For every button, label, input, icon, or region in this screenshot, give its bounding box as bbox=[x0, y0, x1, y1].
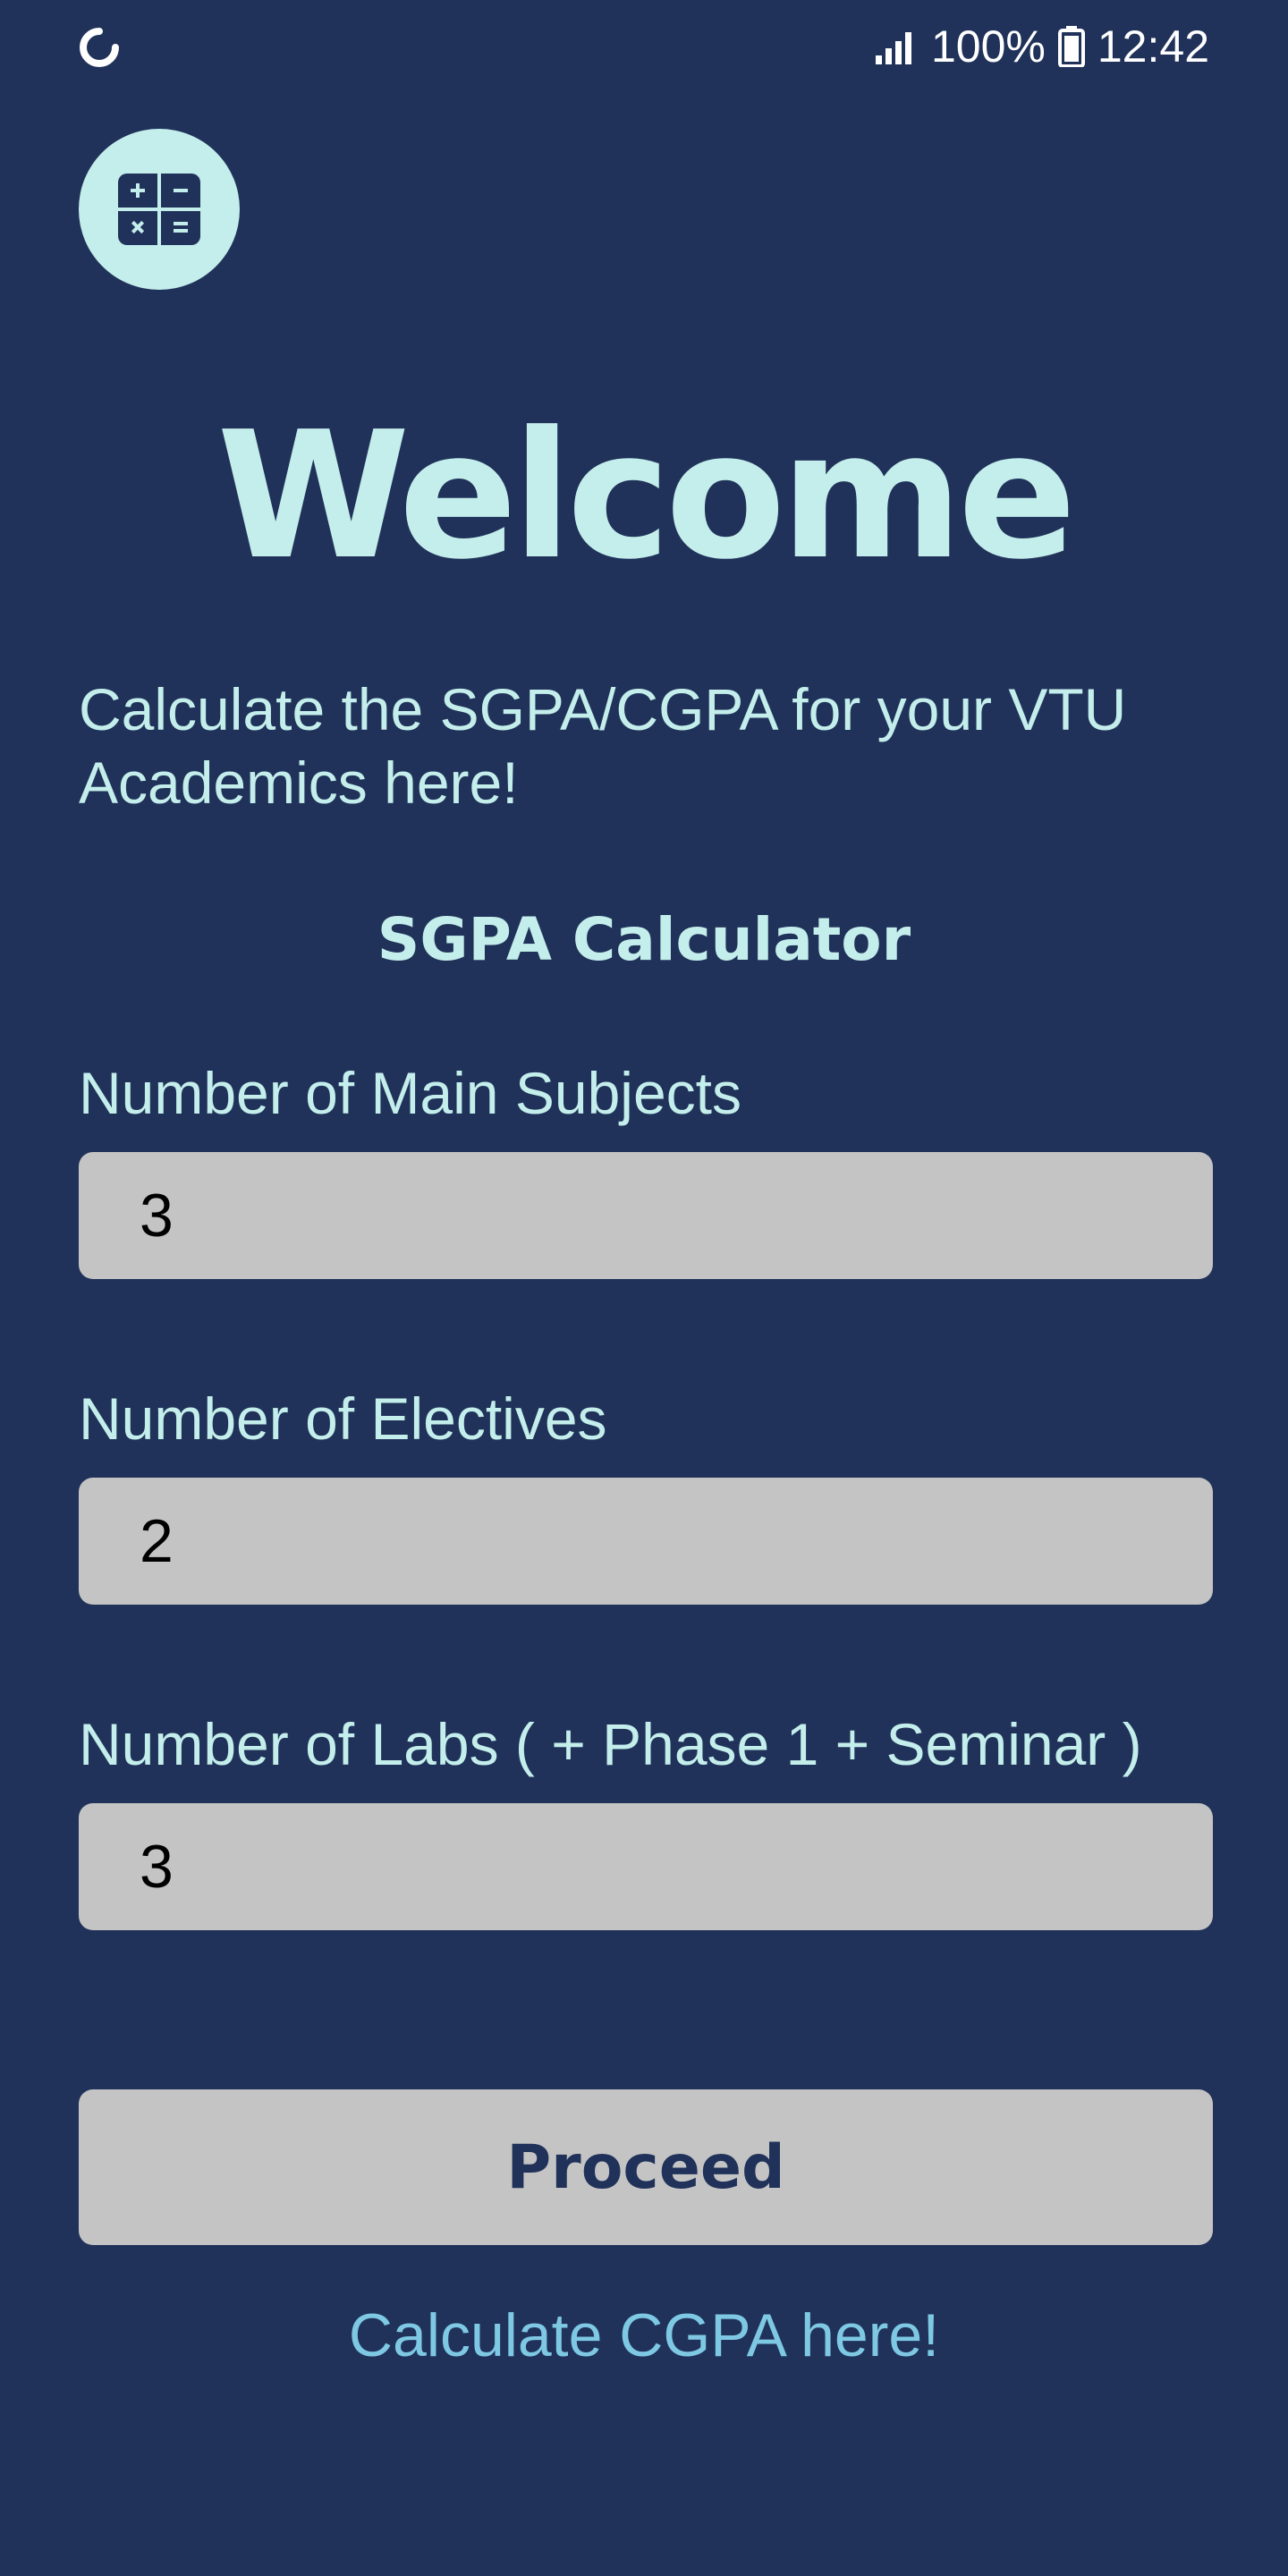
battery-percent: 100% bbox=[930, 21, 1046, 72]
section-title: SGPA Calculator bbox=[377, 905, 911, 974]
electives-label: Number of Electives bbox=[79, 1385, 607, 1452]
electives-input[interactable]: 2 bbox=[79, 1478, 1213, 1605]
loading-icon bbox=[80, 28, 119, 67]
main-subjects-label: Number of Main Subjects bbox=[79, 1060, 741, 1126]
app-logo bbox=[79, 129, 240, 290]
status-indicators: 100% 12:42 bbox=[874, 20, 1209, 73]
main-subjects-input[interactable]: 3 bbox=[79, 1152, 1213, 1279]
status-bar: 100% 12:42 bbox=[0, 0, 1288, 93]
calculate-cgpa-link[interactable]: Calculate CGPA here! bbox=[0, 2295, 1288, 2376]
battery-icon bbox=[1057, 26, 1085, 67]
subtitle-text: Calculate the SGPA/CGPA for your VTU Aca… bbox=[79, 676, 1127, 816]
signal-icon bbox=[875, 32, 911, 64]
calculator-icon bbox=[118, 174, 200, 245]
status-time: 12:42 bbox=[1097, 21, 1209, 72]
proceed-button[interactable]: Proceed bbox=[79, 2089, 1213, 2245]
labs-label: Number of Labs ( + Phase 1 + Seminar ) bbox=[79, 1711, 1142, 1777]
welcome-heading: Welcome bbox=[216, 394, 1076, 598]
labs-input[interactable]: 3 bbox=[79, 1803, 1213, 1930]
